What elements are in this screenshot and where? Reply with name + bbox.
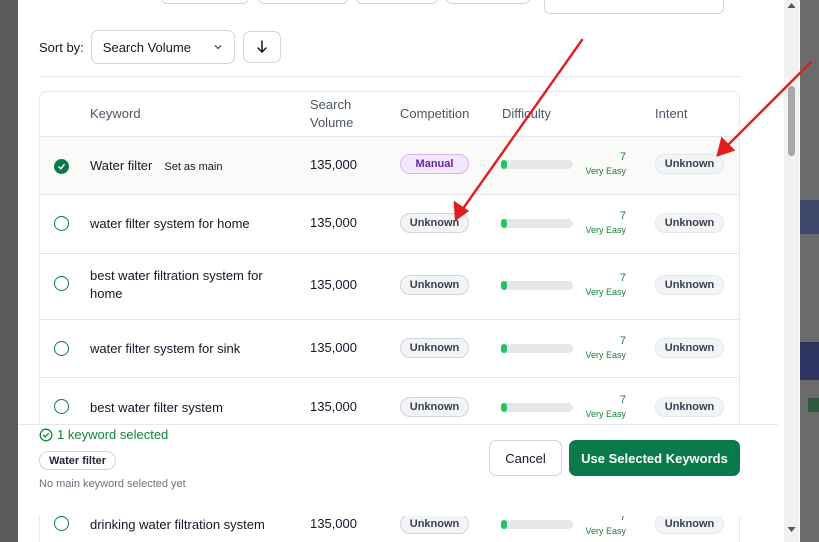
intent-badge: Unknown bbox=[655, 514, 724, 534]
difficulty-score: 7 bbox=[619, 394, 626, 406]
difficulty-score: 7 bbox=[619, 272, 626, 284]
keyword-selection-modal: Sort by: Search Volume Keyword Search Vo… bbox=[18, 0, 800, 542]
volume-cell: 135,000 bbox=[310, 340, 357, 355]
page-scrollbar[interactable] bbox=[784, 0, 799, 542]
set-as-main-link[interactable]: Set as main bbox=[164, 161, 222, 173]
header-keyword: Keyword bbox=[90, 106, 141, 121]
filter-keywords-input[interactable] bbox=[544, 0, 724, 14]
difficulty-label: Very Easy bbox=[585, 350, 626, 360]
difficulty-label: Very Easy bbox=[585, 225, 626, 235]
intent-badge: Unknown bbox=[655, 213, 724, 233]
intent-badge: Unknown bbox=[655, 275, 724, 295]
table-row[interactable]: water filter system for sink 135,000 Unk… bbox=[40, 319, 739, 377]
sort-label: Sort by: bbox=[39, 39, 84, 55]
intent-badge: Unknown bbox=[655, 397, 724, 417]
background-app bbox=[800, 0, 819, 542]
table-row[interactable]: Water filter Set as main 135,000 Manual 7… bbox=[40, 136, 739, 194]
competition-badge: Unknown bbox=[400, 397, 469, 417]
difficulty-bar bbox=[501, 281, 573, 290]
difficulty-label: Very Easy bbox=[585, 287, 626, 297]
competition-badge: Unknown bbox=[400, 514, 469, 534]
header-volume-line2: Volume bbox=[310, 115, 354, 130]
filter-dropdown[interactable] bbox=[446, 0, 530, 4]
filter-dropdown[interactable] bbox=[161, 0, 249, 4]
intent-badge: Unknown bbox=[655, 154, 724, 174]
difficulty-bar bbox=[501, 219, 573, 228]
table-row[interactable]: best water filtration system for home 13… bbox=[40, 253, 739, 319]
row-radio-checked[interactable] bbox=[54, 159, 69, 174]
header-volume-line1: Search bbox=[310, 97, 352, 112]
difficulty-label: Very Easy bbox=[585, 526, 626, 536]
cancel-button[interactable]: Cancel bbox=[489, 440, 562, 476]
background-app-block bbox=[800, 200, 819, 234]
sort-direction-button[interactable] bbox=[242, 31, 281, 63]
filter-dropdown[interactable] bbox=[356, 0, 438, 4]
scrollbar-thumb[interactable] bbox=[788, 86, 795, 156]
difficulty-score: 7 bbox=[619, 210, 626, 222]
keyword-text: water filter system for sink bbox=[90, 341, 241, 356]
chevron-down-icon bbox=[214, 45, 222, 50]
difficulty-label: Very Easy bbox=[585, 166, 626, 176]
competition-badge: Unknown bbox=[400, 338, 469, 358]
header-competition: Competition bbox=[400, 106, 470, 121]
intent-badge: Unknown bbox=[655, 338, 724, 358]
keyword-text: Water filter bbox=[90, 158, 153, 173]
competition-badge: Unknown bbox=[400, 213, 469, 233]
keyword-cell: Water filter Set as main bbox=[90, 157, 285, 176]
difficulty-bar bbox=[501, 344, 573, 353]
volume-cell: 135,000 bbox=[310, 399, 357, 414]
difficulty-score: 7 bbox=[619, 335, 626, 347]
difficulty-score: 7 bbox=[619, 151, 626, 163]
volume-cell: 135,000 bbox=[310, 215, 357, 230]
row-radio[interactable] bbox=[54, 399, 69, 414]
sort-controls: Sort by: Search Volume bbox=[39, 30, 281, 64]
divider bbox=[39, 76, 741, 77]
keyword-text: drinking water filtration system bbox=[90, 517, 265, 532]
keyword-text: best water filter system bbox=[90, 400, 223, 415]
volume-cell: 135,000 bbox=[310, 157, 357, 172]
filter-dropdown[interactable] bbox=[258, 0, 348, 4]
header-difficulty: Difficulty bbox=[502, 106, 551, 121]
check-circle-icon bbox=[39, 428, 53, 441]
scroll-down-icon[interactable] bbox=[787, 526, 796, 533]
table-header: Keyword Search Volume Competition Diffic… bbox=[40, 92, 739, 136]
selected-count-text: 1 keyword selected bbox=[57, 427, 169, 442]
selection-footer: 1 keyword selected Water filter No main … bbox=[18, 424, 778, 516]
difficulty-bar bbox=[501, 403, 573, 412]
background-app-block bbox=[808, 398, 819, 412]
row-radio[interactable] bbox=[54, 276, 69, 291]
header-intent: Intent bbox=[655, 106, 688, 121]
competition-badge: Unknown bbox=[400, 275, 469, 295]
sort-select[interactable]: Search Volume bbox=[90, 30, 235, 64]
competition-badge: Manual bbox=[400, 154, 469, 174]
no-main-keyword-note: No main keyword selected yet bbox=[39, 478, 186, 490]
sort-select-value: Search Volume bbox=[102, 39, 191, 55]
table-row[interactable]: water filter system for home 135,000 Unk… bbox=[40, 194, 739, 253]
difficulty-label: Very Easy bbox=[585, 409, 626, 419]
selected-count: 1 keyword selected bbox=[39, 427, 168, 442]
difficulty-bar bbox=[501, 160, 573, 169]
background-app-block bbox=[800, 342, 819, 380]
selected-keyword-chip[interactable]: Water filter bbox=[39, 451, 117, 470]
row-radio[interactable] bbox=[54, 516, 69, 531]
keyword-text: water filter system for home bbox=[90, 216, 250, 231]
difficulty-bar bbox=[501, 520, 573, 529]
arrow-down-icon bbox=[257, 40, 267, 54]
volume-cell: 135,000 bbox=[310, 516, 357, 531]
check-icon bbox=[57, 163, 66, 170]
keyword-text: best water filtration system for home bbox=[90, 268, 263, 301]
volume-cell: 135,000 bbox=[310, 277, 357, 292]
row-radio[interactable] bbox=[54, 216, 69, 231]
row-radio[interactable] bbox=[54, 341, 69, 356]
scroll-up-icon[interactable] bbox=[787, 2, 796, 9]
use-selected-keywords-button[interactable]: Use Selected Keywords bbox=[569, 440, 740, 476]
